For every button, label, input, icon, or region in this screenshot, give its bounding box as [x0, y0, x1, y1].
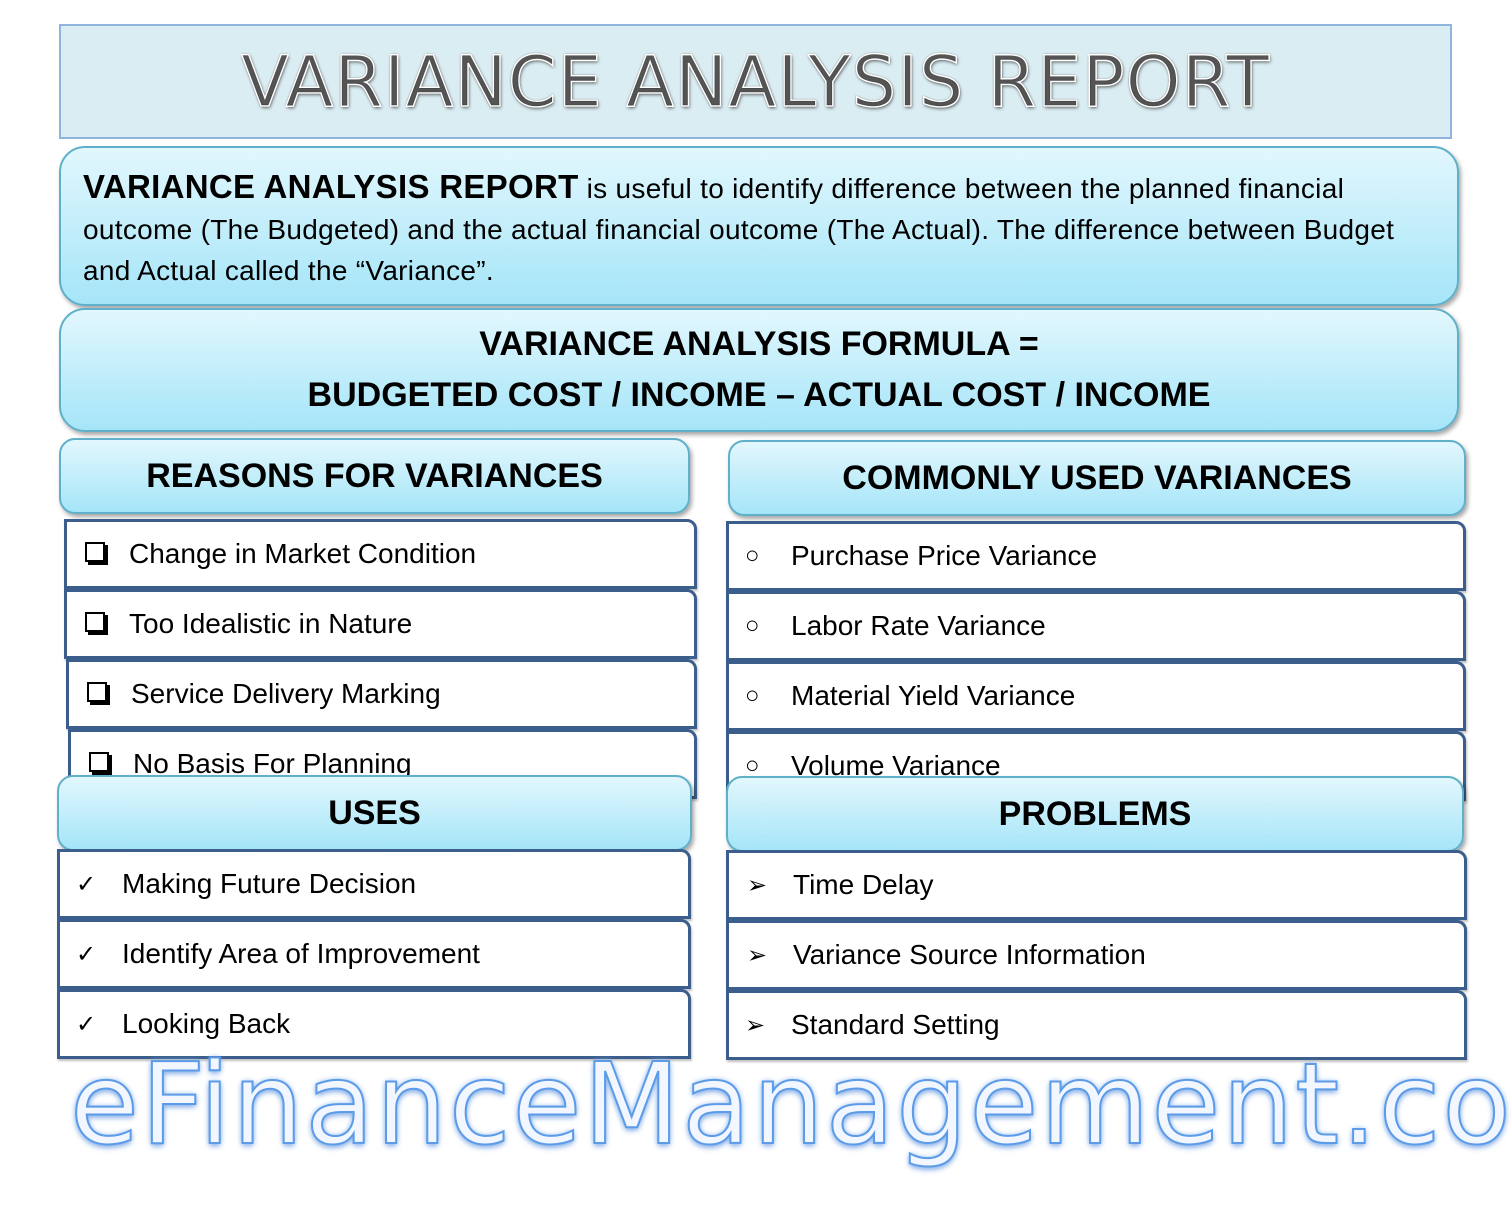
circle-bullet-icon: ○: [745, 542, 760, 569]
title-banner: VARIANCE ANALYSIS REPORT: [59, 24, 1452, 139]
list-item-label: Change in Market Condition: [129, 538, 477, 569]
list-item-label: Purchase Price Variance: [791, 540, 1098, 571]
list-item: ○ Purchase Price Variance: [726, 521, 1466, 591]
problems-header: PROBLEMS: [726, 776, 1464, 852]
checkbox-square-icon: [85, 542, 105, 562]
list-item-label: Material Yield Variance: [791, 680, 1076, 711]
checkbox-square-icon: [89, 752, 109, 772]
uses-header: USES: [57, 775, 692, 851]
check-icon: ✓: [76, 1010, 97, 1038]
common-header-label: COMMONLY USED VARIANCES: [842, 458, 1352, 497]
arrowhead-icon: ➢: [747, 871, 768, 899]
check-icon: ✓: [76, 940, 97, 968]
checkbox-square-icon: [85, 612, 105, 632]
problems-header-label: PROBLEMS: [998, 794, 1192, 833]
list-item-label: Making Future Decision: [122, 868, 417, 899]
list-item-label: Variance Source Information: [793, 939, 1146, 970]
intro-box: VARIANCE ANALYSIS REPORT is useful to id…: [59, 146, 1459, 306]
list-item-label: Looking Back: [122, 1008, 291, 1039]
arrowhead-icon: ➢: [745, 1011, 766, 1039]
formula-line-2: BUDGETED COST / INCOME – ACTUAL COST / I…: [307, 376, 1211, 414]
list-item-label: Standard Setting: [791, 1009, 1000, 1040]
check-icon: ✓: [76, 870, 97, 898]
list-item-label: Labor Rate Variance: [791, 610, 1046, 641]
list-item: ➢ Variance Source Information: [726, 920, 1467, 990]
list-item-label: Identify Area of Improvement: [122, 938, 480, 969]
uses-header-label: USES: [328, 793, 421, 832]
reasons-header-label: REASONS FOR VARIANCES: [146, 456, 603, 495]
formula-box: VARIANCE ANALYSIS FORMULA = BUDGETED COS…: [59, 308, 1459, 432]
common-header: COMMONLY USED VARIANCES: [728, 440, 1466, 516]
list-item: ✓ Identify Area of Improvement: [57, 919, 691, 989]
list-item: Service Delivery Marking: [66, 659, 697, 729]
list-item-label: Service Delivery Marking: [131, 678, 441, 709]
uses-list: ✓ Making Future Decision ✓ Identify Area o…: [57, 849, 691, 1059]
reasons-list: Change in Market Condition Too Idealisti…: [64, 519, 697, 799]
list-item: Too Idealistic in Nature: [64, 589, 697, 659]
list-item: ○ Labor Rate Variance: [726, 591, 1466, 661]
list-item: ➢ Time Delay: [726, 850, 1467, 920]
list-item: ○ Material Yield Variance: [726, 661, 1466, 731]
circle-bullet-icon: ○: [745, 682, 760, 709]
page-title: VARIANCE ANALYSIS REPORT: [240, 40, 1271, 124]
reasons-header: REASONS FOR VARIANCES: [59, 438, 690, 514]
brand-watermark: eFinanceManagement.com: [69, 1039, 1512, 1171]
common-list: ○ Purchase Price Variance ○ Labor Rate Var…: [726, 521, 1466, 801]
intro-bold: VARIANCE ANALYSIS REPORT: [83, 168, 579, 205]
circle-bullet-icon: ○: [745, 612, 760, 639]
list-item-label: Time Delay: [793, 869, 934, 900]
formula-line-1: VARIANCE ANALYSIS FORMULA =: [479, 325, 1039, 363]
list-item: Change in Market Condition: [64, 519, 697, 589]
problems-list: ➢ Time Delay ➢ Variance Source Information…: [726, 850, 1467, 1060]
list-item: ✓ Making Future Decision: [57, 849, 691, 919]
checkbox-square-icon: [87, 682, 107, 702]
arrowhead-icon: ➢: [747, 941, 768, 969]
list-item-label: Too Idealistic in Nature: [129, 608, 413, 639]
